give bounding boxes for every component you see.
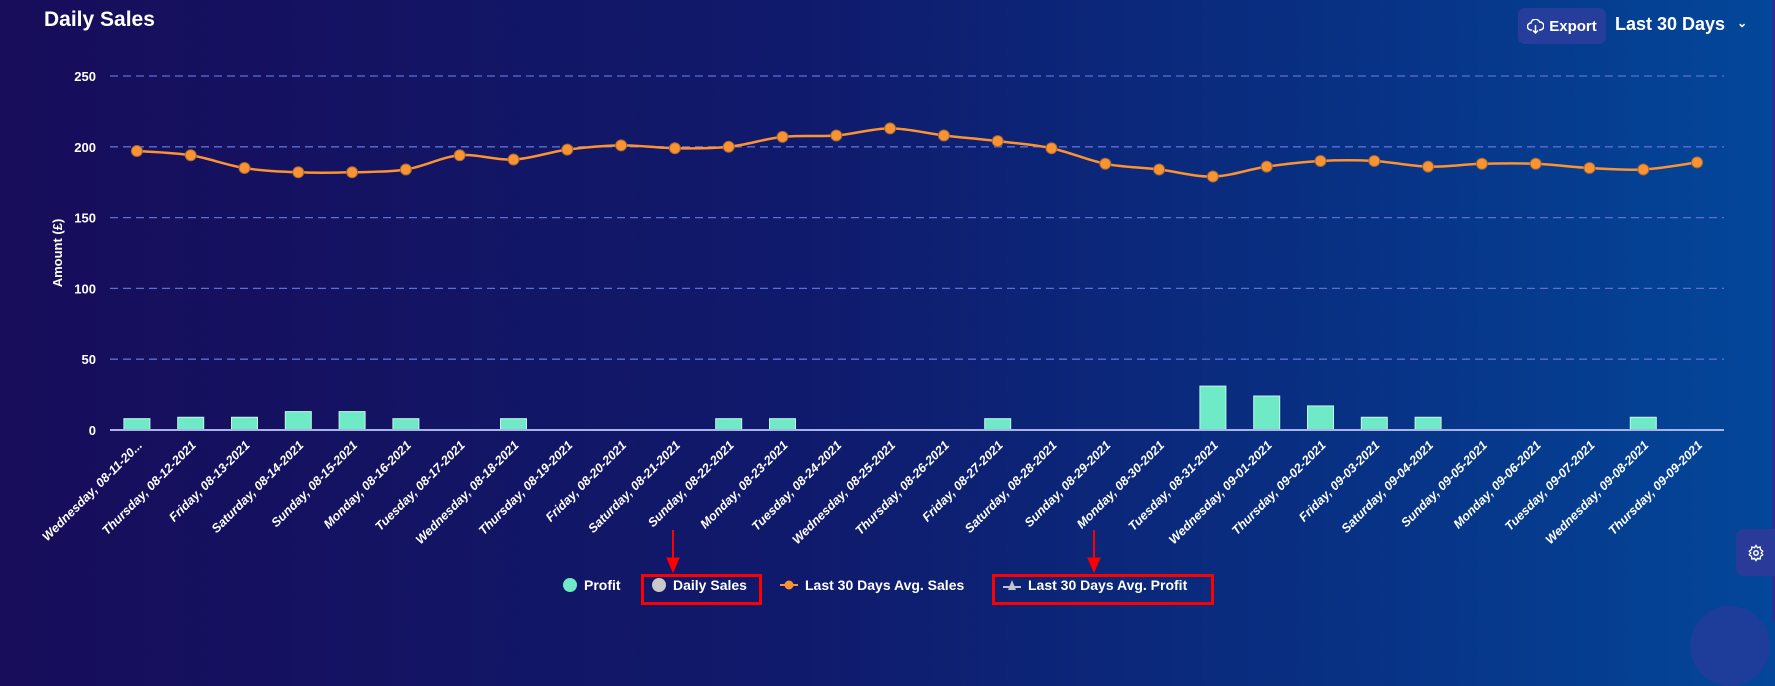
arrow-daily-sales	[666, 530, 680, 574]
annotation-arrows	[666, 530, 1101, 574]
arrow-avg-profit	[1087, 530, 1101, 574]
